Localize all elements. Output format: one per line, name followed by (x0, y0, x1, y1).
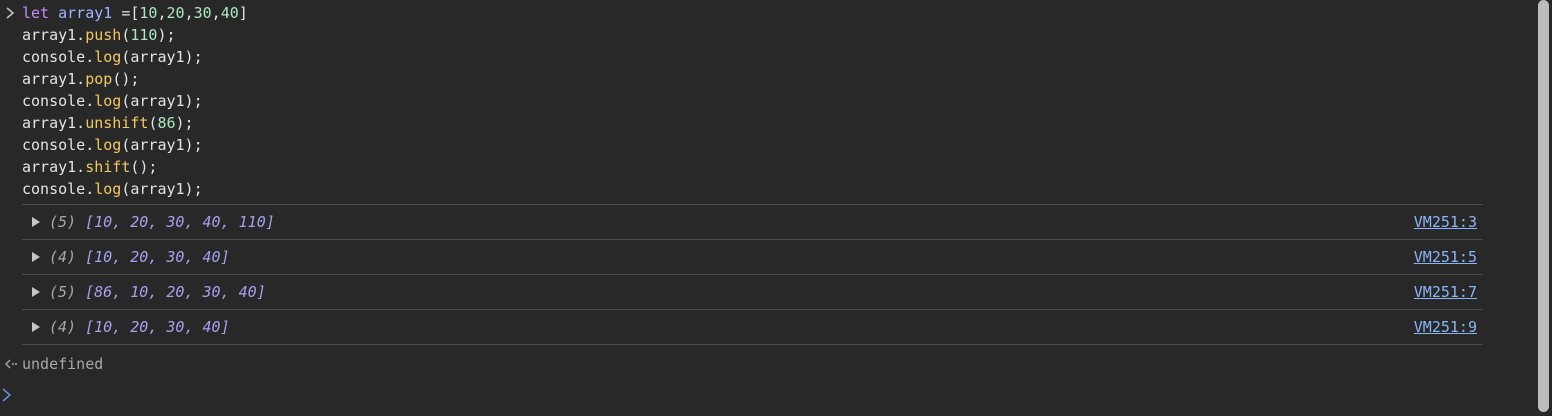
chevron-right-icon (6, 7, 15, 19)
code-token: =[ (121, 4, 140, 22)
source-link[interactable]: VM251:7 (1414, 275, 1477, 310)
code-token: (array1); (121, 92, 203, 110)
array-preview: [10, 20, 30, 40] (85, 318, 230, 336)
source-link[interactable]: VM251:9 (1414, 310, 1477, 345)
log-message: (4) [10, 20, 30, 40] (49, 240, 230, 275)
array-length: (5) (49, 213, 77, 231)
code-token: console. (22, 180, 95, 198)
code-token: , (211, 4, 221, 22)
code-token: array1 (58, 4, 122, 22)
array-length: (4) (49, 318, 77, 336)
array-length: (5) (49, 283, 77, 301)
command-input-block[interactable]: let array1 =[10,20,30,40] array1.push(110… (0, 2, 1484, 200)
code-token: 110 (130, 26, 158, 44)
code-token: 10 (139, 4, 158, 22)
code-token: console. (22, 48, 95, 66)
return-arrow-icon (5, 359, 17, 369)
log-message: (5) [86, 10, 20, 30, 40] (49, 275, 266, 310)
code-line: array1.pop(); (0, 68, 1484, 90)
code-token: array1. (22, 114, 86, 132)
code-token: , (157, 4, 167, 22)
code-line: console.log(array1); (0, 178, 1484, 200)
array-preview: [86, 10, 20, 30, 40] (85, 283, 266, 301)
code-token: log (94, 136, 122, 154)
log-entry[interactable]: (4) [10, 20, 30, 40] VM251:9 (22, 309, 1483, 345)
code-token: log (94, 92, 122, 110)
code-line: console.log(array1); (0, 134, 1484, 156)
array-preview: [10, 20, 30, 40, 110] (85, 213, 275, 231)
code-line: let array1 =[10,20,30,40] (0, 2, 1484, 24)
code-token: 86 (157, 114, 176, 132)
source-link[interactable]: VM251:5 (1414, 240, 1477, 275)
code-token: array1. (22, 158, 86, 176)
log-message: (4) [10, 20, 30, 40] (49, 310, 230, 345)
code-token: , (184, 4, 194, 22)
array-length: (4) (49, 248, 77, 266)
code-token: console. (22, 136, 95, 154)
code-token: (array1); (121, 48, 203, 66)
code-token: 30 (193, 4, 212, 22)
code-token: ] (238, 4, 248, 22)
code-token: log (94, 180, 122, 198)
code-token: array1. (22, 26, 86, 44)
code-token: shift (85, 158, 131, 176)
return-value-line: undefined (0, 353, 400, 375)
code-token: push (85, 26, 122, 44)
code-token: (array1); (121, 136, 203, 154)
prompt-chevron-icon[interactable] (0, 386, 14, 404)
code-token: ); (157, 26, 176, 44)
code-line: array1.shift(); (0, 156, 1484, 178)
code-token: pop (85, 70, 113, 88)
code-token: log (94, 48, 122, 66)
console-log-list: (5) [10, 20, 30, 40, 110] VM251:3 (4) [1… (22, 204, 1483, 345)
vertical-scrollbar[interactable] (1530, 0, 1552, 416)
code-token: console. (22, 92, 95, 110)
source-link[interactable]: VM251:3 (1414, 205, 1477, 240)
log-entry[interactable]: (4) [10, 20, 30, 40] VM251:5 (22, 239, 1483, 274)
devtools-console: let array1 =[10,20,30,40] array1.push(110… (0, 0, 1530, 416)
array-preview: [10, 20, 30, 40] (85, 248, 230, 266)
code-token: (array1); (121, 180, 203, 198)
expand-triangle-icon[interactable] (32, 217, 40, 227)
code-line: array1.unshift(86); (0, 112, 1484, 134)
code-token: array1. (22, 70, 86, 88)
log-message: (5) [10, 20, 30, 40, 110] (49, 205, 275, 240)
code-token: ); (175, 114, 194, 132)
code-token: (); (112, 70, 140, 88)
code-token: unshift (85, 114, 149, 132)
expand-triangle-icon[interactable] (32, 287, 40, 297)
expand-triangle-icon[interactable] (32, 252, 40, 262)
code-token: 20 (166, 4, 185, 22)
code-lines: let array1 =[10,20,30,40] array1.push(110… (0, 2, 1484, 200)
scrollbar-thumb[interactable] (1538, 0, 1549, 412)
log-entry[interactable]: (5) [10, 20, 30, 40, 110] VM251:3 (22, 204, 1483, 239)
code-line: console.log(array1); (0, 46, 1484, 68)
return-value: undefined (22, 355, 104, 373)
code-line: array1.push(110); (0, 24, 1484, 46)
code-token: (); (130, 158, 158, 176)
code-line: console.log(array1); (0, 90, 1484, 112)
expand-triangle-icon[interactable] (32, 322, 40, 332)
log-entry[interactable]: (5) [86, 10, 20, 30, 40] VM251:7 (22, 274, 1483, 309)
code-token: 40 (220, 4, 239, 22)
code-token: let (22, 4, 59, 22)
